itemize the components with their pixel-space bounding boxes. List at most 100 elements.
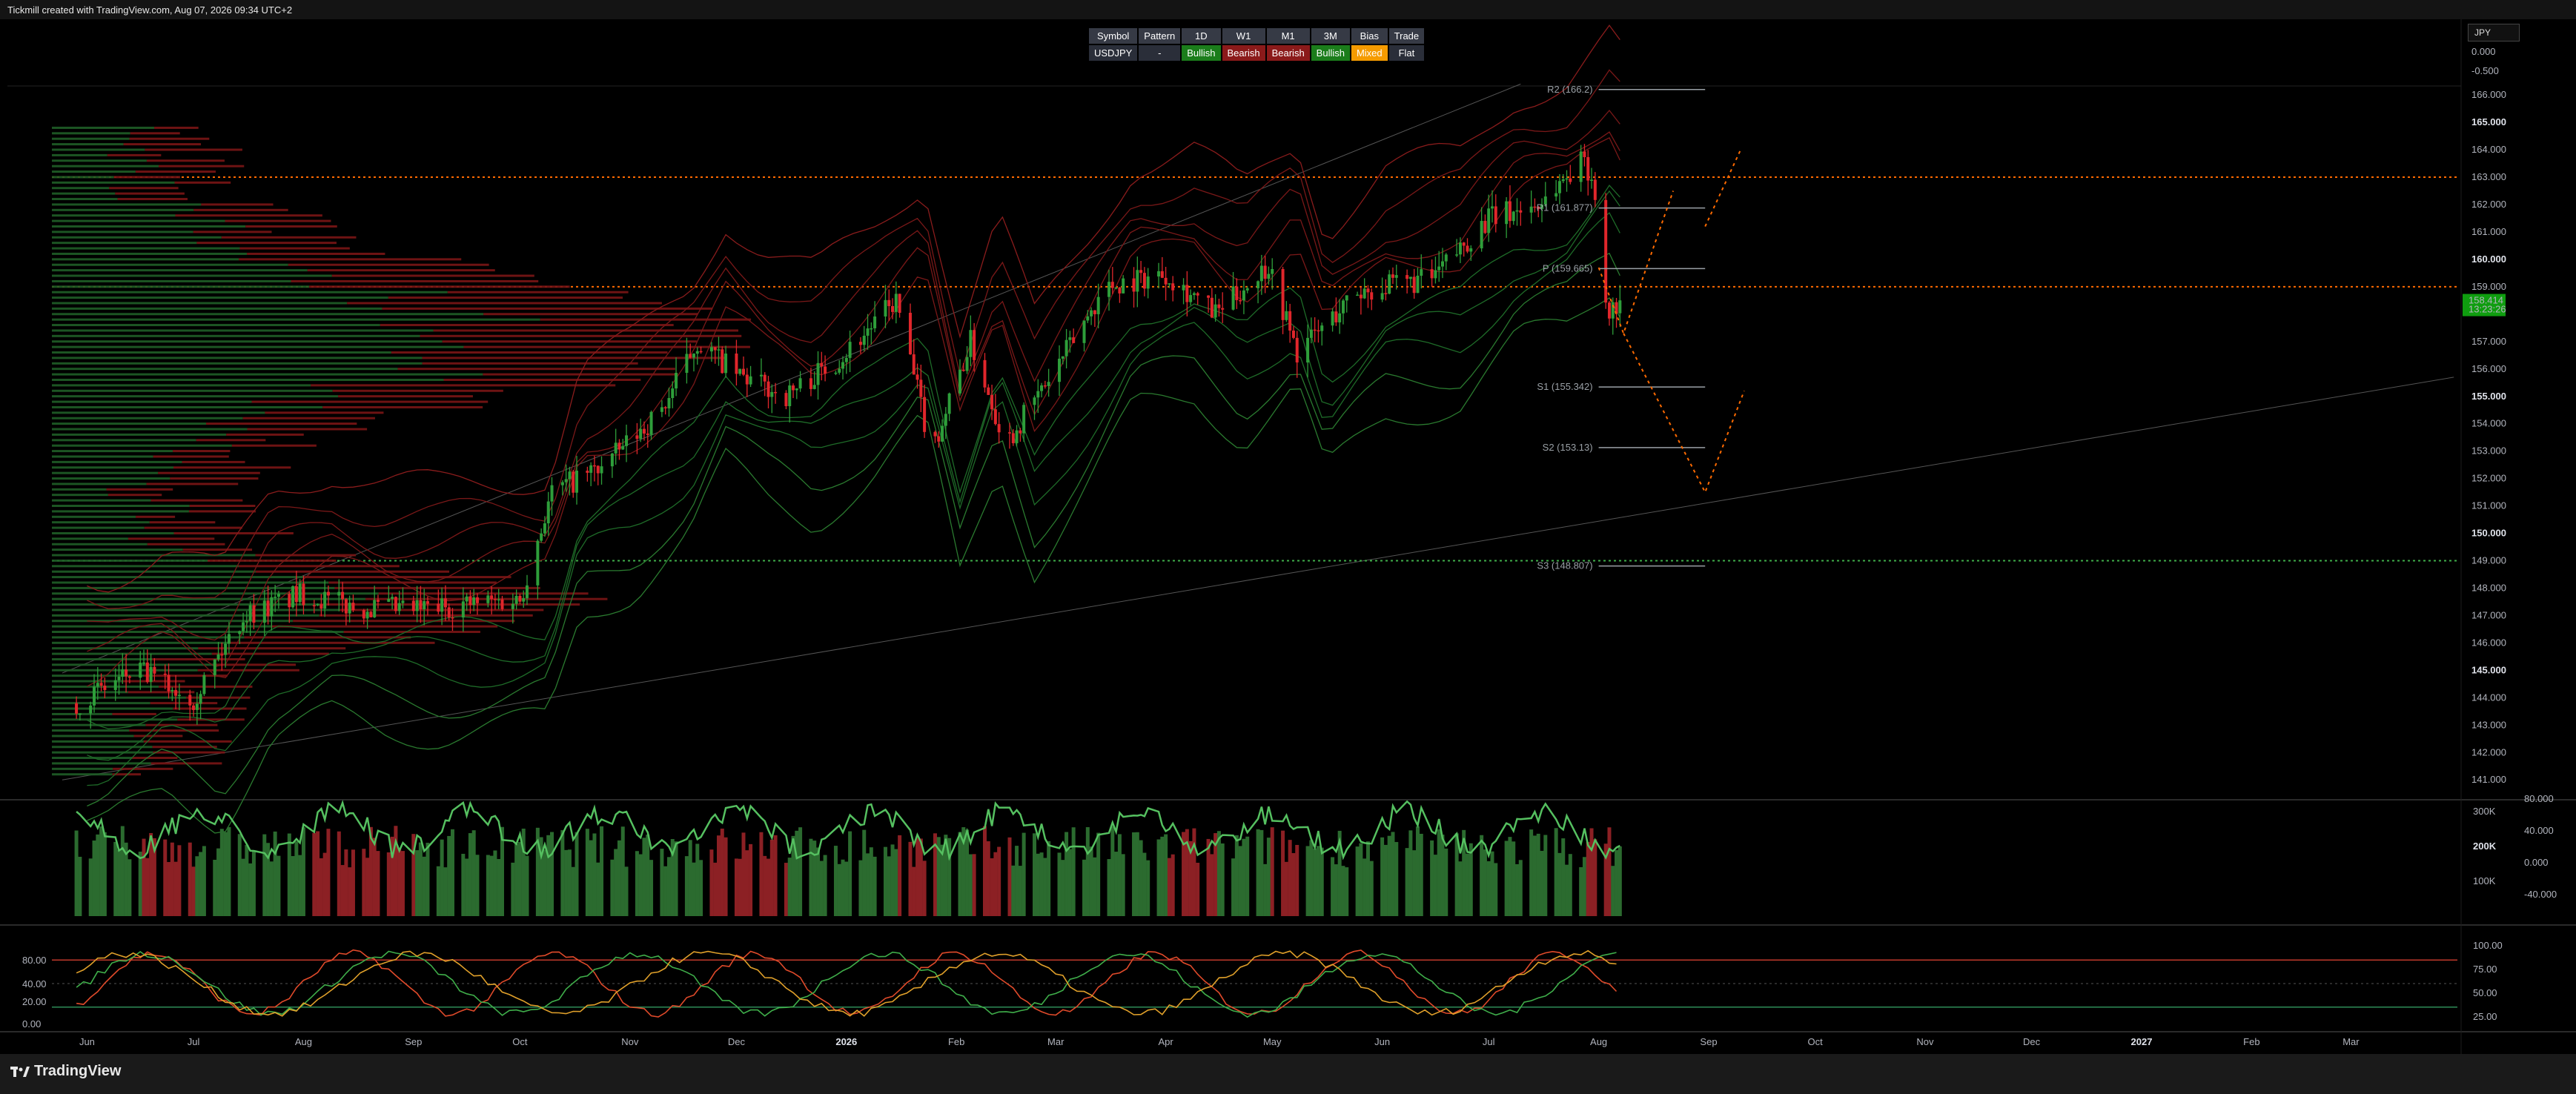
- candle-body: [274, 597, 277, 598]
- volume-bar: [738, 858, 742, 916]
- volume-bar: [400, 851, 405, 916]
- volume-bar: [1331, 857, 1335, 916]
- candle-body: [1437, 266, 1441, 271]
- candle-body: [245, 620, 248, 623]
- volume-bar: [646, 835, 650, 916]
- volume-bar: [1536, 833, 1540, 916]
- volume-bar: [298, 855, 302, 916]
- candle-body: [369, 611, 373, 617]
- candle-body: [1440, 261, 1444, 267]
- candle-body: [766, 381, 770, 397]
- price-tick-label: 156.000: [2471, 363, 2506, 374]
- candle-body: [451, 617, 454, 619]
- volume-profile-bar: [215, 663, 297, 666]
- volume-profile-bar: [113, 176, 181, 179]
- volume-bar: [447, 835, 451, 916]
- volume-profile-bar: [52, 554, 256, 557]
- candle-body: [192, 705, 196, 710]
- volume-bar: [624, 866, 629, 916]
- volume-profile-bar: [52, 296, 388, 299]
- volume-profile-bar: [52, 663, 216, 666]
- candle-body: [915, 374, 919, 380]
- candle-body: [298, 583, 302, 603]
- volume-profile-bar: [52, 329, 434, 332]
- candle-body: [1239, 299, 1242, 302]
- volume-bar: [1231, 858, 1236, 916]
- volume-profile-bar: [265, 411, 384, 414]
- volume-bar: [724, 837, 728, 916]
- volume-profile-bar: [52, 460, 182, 463]
- volume-bar: [596, 862, 600, 916]
- candle-body: [89, 705, 93, 714]
- candle-body: [423, 601, 426, 610]
- candle-body: [1408, 276, 1412, 279]
- candle-body: [649, 411, 653, 435]
- volume-bar: [1220, 843, 1225, 916]
- volume-bar: [489, 855, 494, 916]
- candle-body: [1317, 330, 1320, 332]
- volume-profile-bar: [483, 313, 698, 316]
- candle-body: [560, 482, 564, 485]
- candle-body: [1285, 311, 1288, 320]
- candle-body: [376, 600, 380, 602]
- volume-bar: [1085, 826, 1090, 916]
- candle-body: [1040, 385, 1044, 391]
- volume-bar: [443, 867, 448, 916]
- volume-profile-bar: [52, 576, 305, 579]
- candle-body: [1455, 254, 1459, 256]
- candle-body: [1366, 288, 1370, 293]
- volume-profile-bar: [52, 187, 110, 190]
- candle-body: [749, 376, 752, 385]
- candle-body: [1122, 278, 1125, 294]
- volume-profile-bar: [145, 148, 242, 151]
- candle-body: [798, 378, 802, 389]
- volume-bar: [1508, 837, 1512, 916]
- volume-profile-bar: [52, 208, 194, 211]
- volume-bar: [1096, 832, 1101, 916]
- volume-profile-bar: [291, 279, 539, 282]
- oscillator-left-tick: 40.00: [22, 978, 47, 989]
- volume-bar: [1089, 846, 1093, 916]
- oscillator-right-tick: 25.00: [2473, 1011, 2497, 1022]
- volume-profile-bar: [52, 351, 391, 354]
- volume-profile-bar: [52, 252, 248, 255]
- volume-profile-bar: [52, 318, 540, 321]
- time-tick-label: Sep: [1700, 1036, 1717, 1047]
- candle-body: [1245, 288, 1249, 291]
- candle-body: [1231, 286, 1235, 310]
- volume-profile-bar: [225, 219, 331, 222]
- currency-selector[interactable]: JPY: [2468, 24, 2520, 42]
- volume-bar: [841, 859, 845, 916]
- volume-profile-bar: [115, 192, 185, 195]
- candle-body: [1171, 283, 1175, 291]
- candle-body: [1590, 179, 1594, 181]
- volume-bar: [844, 861, 849, 916]
- volume-bar: [1365, 841, 1370, 916]
- candle-body: [93, 686, 96, 706]
- price-chart[interactable]: R2 (166.2) R1 (161.877) P (159.665) S1 (155…: [0, 19, 2576, 1054]
- volume-profile-bar: [143, 740, 232, 743]
- price-tick-label: 149.000: [2471, 555, 2506, 566]
- volume-profile-bar: [422, 357, 726, 359]
- volume-bar: [1540, 850, 1544, 916]
- volume-bar: [1316, 846, 1320, 916]
- volume-bar: [617, 840, 621, 916]
- candle-body: [1586, 157, 1590, 181]
- volume-bar: [365, 858, 370, 916]
- volume-profile-bar: [129, 729, 219, 732]
- candle-body: [745, 374, 749, 385]
- candle-body: [667, 398, 671, 408]
- volume-bar: [337, 831, 341, 916]
- candle-body: [252, 605, 256, 623]
- volume-profile-bar: [52, 231, 193, 233]
- candle-body: [973, 330, 976, 360]
- volume-profile-bar: [334, 586, 540, 589]
- volume-bar: [1071, 827, 1076, 916]
- candle-body: [1160, 271, 1164, 278]
- candle-body: [564, 479, 568, 483]
- volume-profile-bar: [117, 198, 188, 201]
- candle-body: [660, 407, 663, 412]
- volume-profile-bar: [109, 187, 179, 190]
- candle-body: [397, 603, 401, 611]
- volume-bar: [1015, 846, 1019, 916]
